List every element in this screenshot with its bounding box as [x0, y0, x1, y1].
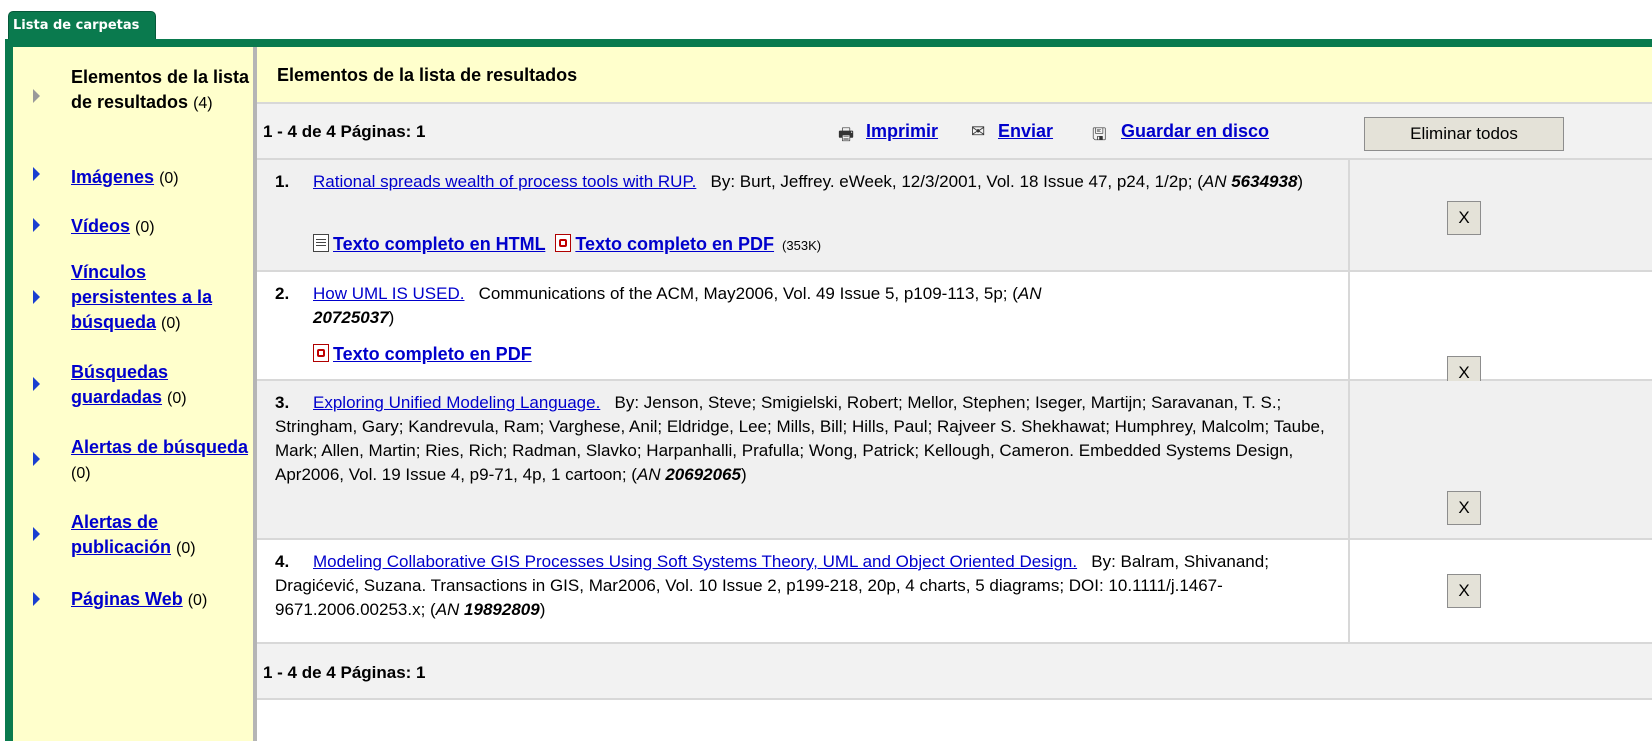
- remove-all-button[interactable]: Eliminar todos: [1364, 117, 1564, 151]
- arrow-right-icon: [33, 592, 40, 606]
- result-meta-tail: ): [740, 465, 747, 484]
- fulltext-html-link[interactable]: Texto completo en HTML: [333, 234, 545, 254]
- save-to-disk-link[interactable]: Guardar en disco: [1121, 121, 1269, 142]
- sidebar-item-label: Páginas Web (0): [71, 589, 208, 609]
- result-row: 1. Rational spreads wealth of process too…: [257, 160, 1652, 272]
- arrow-right-icon: [33, 218, 40, 232]
- result-meta: By: Burt, Jeffrey. eWeek, 12/3/2001, Vol…: [710, 172, 1203, 191]
- row-divider: [1348, 160, 1350, 270]
- page-info: 1 - 4 de 4 Páginas: 1: [263, 663, 426, 682]
- page-title: Elementos de la lista de resultados: [277, 65, 578, 85]
- results-header: Elementos de la lista de resultados: [257, 47, 1652, 104]
- result-title-link[interactable]: How UML IS USED.: [313, 284, 464, 303]
- main-panel: Elementos de la lista de resultados 1 - …: [257, 47, 1652, 741]
- sidebar-item-label: Elementos de la lista de resultados (4): [71, 67, 250, 112]
- fulltext-links: Texto completo en PDF: [313, 344, 532, 365]
- fulltext-pdf-link[interactable]: Texto completo en PDF: [333, 344, 532, 364]
- result-meta: Communications of the ACM, May2006, Vol.…: [478, 284, 1018, 303]
- result-meta-tail: ): [1297, 172, 1304, 191]
- result-number: 3.: [275, 393, 290, 412]
- result-title-link[interactable]: Rational spreads wealth of process tools…: [313, 172, 696, 191]
- result-row: 4. Modeling Collaborative GIS Processes U…: [257, 540, 1652, 644]
- an-value: 5634938: [1231, 172, 1298, 191]
- row-divider: [1348, 272, 1350, 379]
- tab-folder-list[interactable]: Lista de carpetas: [8, 11, 156, 39]
- row-divider: [1348, 381, 1350, 538]
- remove-item-button[interactable]: X: [1447, 201, 1481, 235]
- arrow-right-icon: [33, 452, 40, 466]
- fulltext-pdf-link[interactable]: Texto completo en PDF: [575, 234, 774, 254]
- arrow-right-icon: [33, 290, 40, 304]
- result-meta-tail: ): [539, 600, 546, 619]
- an-label: AN: [435, 600, 460, 619]
- result-number: 1.: [275, 172, 290, 191]
- printer-icon[interactable]: 🖶: [838, 122, 854, 151]
- pdf-size: (353K): [782, 238, 822, 253]
- result-number: 4.: [275, 552, 290, 571]
- an-value: 20692065: [665, 465, 741, 484]
- html-document-icon: [313, 234, 329, 252]
- arrow-right-icon: [33, 377, 40, 391]
- arrow-right-icon: [33, 89, 40, 103]
- send-link[interactable]: Enviar: [998, 121, 1053, 142]
- floppy-disk-icon[interactable]: 🖫: [1092, 122, 1106, 151]
- print-link[interactable]: Imprimir: [866, 121, 938, 142]
- remove-item-button[interactable]: X: [1447, 491, 1481, 525]
- result-row: 2. How UML IS USED. Communications of the…: [257, 272, 1652, 390]
- result-row: 3. Exploring Unified Modeling Language. B…: [257, 381, 1652, 540]
- an-label: AN: [1202, 172, 1227, 191]
- an-value: 19892809: [464, 600, 540, 619]
- sidebar-item-label: Alertas de publicación (0): [71, 512, 196, 557]
- result-title-link[interactable]: Exploring Unified Modeling Language.: [313, 393, 600, 412]
- arrow-right-icon: [33, 167, 40, 181]
- arrow-right-icon: [33, 527, 40, 541]
- row-divider: [1348, 540, 1350, 642]
- sidebar-item-label: Alertas de búsqueda (0): [71, 437, 249, 482]
- result-meta-tail: ): [388, 308, 395, 327]
- remove-item-button[interactable]: X: [1447, 574, 1481, 608]
- result-citation: 4. Modeling Collaborative GIS Processes U…: [275, 550, 1330, 622]
- fulltext-links: Texto completo en HTML Texto completo en…: [313, 234, 821, 255]
- envelope-icon[interactable]: ✉: [971, 122, 985, 142]
- an-label: AN: [1017, 284, 1042, 303]
- sidebar-item-label: Vínculos persistentes a la búsqueda (0): [71, 262, 213, 332]
- result-number: 2.: [275, 284, 290, 303]
- result-citation: 3. Exploring Unified Modeling Language. B…: [275, 391, 1330, 487]
- sidebar-item-label: Imágenes (0): [71, 167, 179, 187]
- page-info: 1 - 4 de 4 Páginas: 1: [263, 122, 426, 141]
- an-label: AN: [636, 465, 661, 484]
- sidebar: Elementos de la lista de resultados (4) …: [13, 47, 253, 741]
- an-value: 20725037: [313, 308, 389, 327]
- sidebar-item-label: Búsquedas guardadas (0): [71, 362, 187, 407]
- sidebar-item-label: Vídeos (0): [71, 216, 155, 236]
- result-citation: 2. How UML IS USED. Communications of the…: [275, 282, 1330, 330]
- pdf-icon: [313, 344, 329, 362]
- pdf-icon: [555, 234, 572, 252]
- result-title-link[interactable]: Modeling Collaborative GIS Processes Usi…: [313, 552, 1077, 571]
- result-citation: 1. Rational spreads wealth of process too…: [275, 170, 1330, 194]
- results-footer: 1 - 4 de 4 Páginas: 1: [257, 644, 1652, 700]
